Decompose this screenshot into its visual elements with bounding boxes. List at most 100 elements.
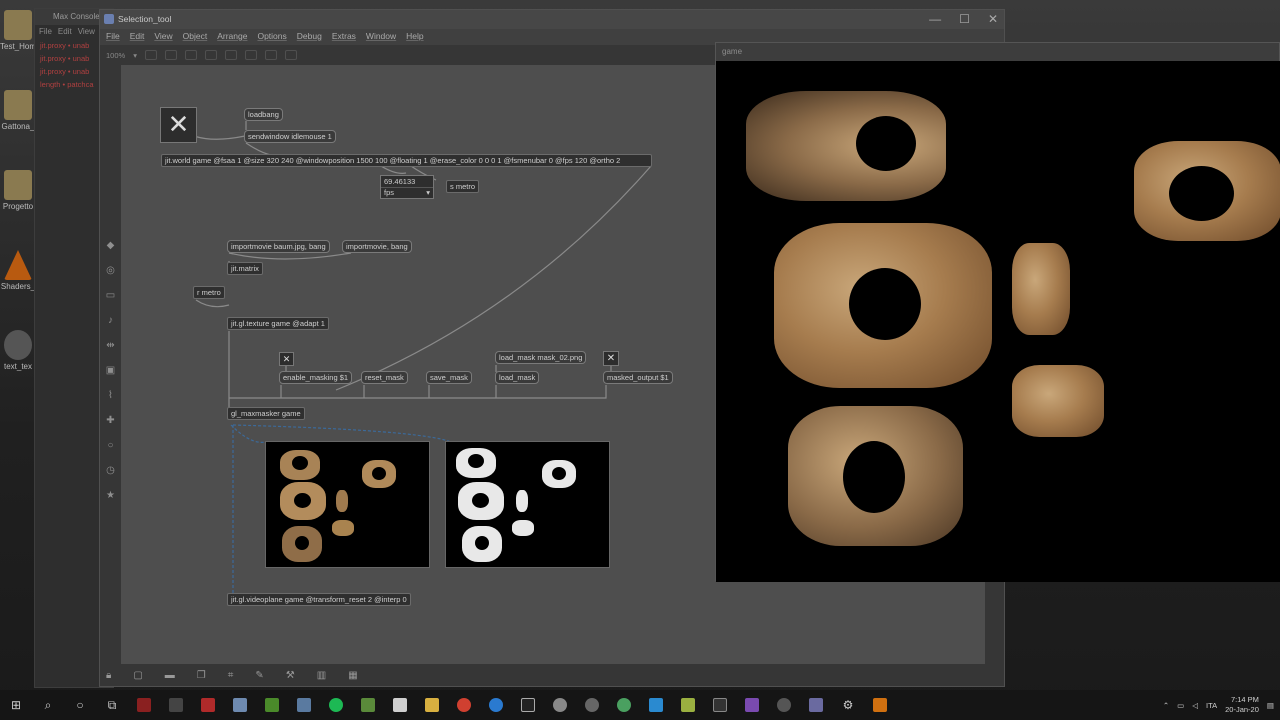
- maximize-button[interactable]: ☐: [959, 12, 970, 26]
- taskbar-app-icon[interactable]: [544, 690, 576, 720]
- grid-toggle-icon[interactable]: ▦: [348, 670, 357, 681]
- sendwindow-message[interactable]: sendwindow idlemouse 1: [244, 130, 336, 143]
- toolbar-button[interactable]: [284, 50, 297, 60]
- menu-edit[interactable]: Edit: [130, 31, 145, 43]
- settings-gear-icon[interactable]: ⚙: [832, 690, 864, 720]
- desktop-icon-test-hom[interactable]: Test_Hom: [0, 10, 36, 51]
- menu-object[interactable]: Object: [183, 31, 208, 43]
- image-icon[interactable]: ▣: [105, 365, 116, 376]
- cube-icon[interactable]: ◆: [105, 240, 116, 251]
- calculator-icon[interactable]: [160, 690, 192, 720]
- toggle-output[interactable]: ✕: [603, 351, 619, 366]
- r-metro-object[interactable]: r metro: [193, 286, 225, 299]
- grid-icon[interactable]: ⌗: [228, 670, 234, 681]
- vlc-taskbar-icon[interactable]: [864, 690, 896, 720]
- zoom-level[interactable]: 100%: [106, 51, 125, 60]
- music-note-icon[interactable]: ♪: [105, 315, 116, 326]
- file-explorer-icon[interactable]: [416, 690, 448, 720]
- desktop-icon-gattona[interactable]: Gattona_: [0, 90, 36, 131]
- cortana-icon[interactable]: ○: [64, 690, 96, 720]
- gl-maxmasker-object[interactable]: gl_maxmasker game: [227, 407, 305, 420]
- menu-arrange[interactable]: Arrange: [217, 31, 247, 43]
- spotify-icon[interactable]: [320, 690, 352, 720]
- menu-view[interactable]: View: [154, 31, 172, 43]
- importmovie-message[interactable]: importmovie, bang: [342, 240, 412, 253]
- loadbang-object[interactable]: loadbang: [244, 108, 283, 121]
- load-mask-message[interactable]: load_mask: [495, 371, 540, 384]
- chrome-icon[interactable]: [448, 690, 480, 720]
- toolbar-button[interactable]: [184, 50, 197, 60]
- save-mask-message[interactable]: save_mask: [426, 371, 472, 384]
- taskbar-app-icon[interactable]: [224, 690, 256, 720]
- chevron-up-icon[interactable]: ⌃: [1163, 701, 1169, 710]
- toolbar-button[interactable]: [164, 50, 177, 60]
- menu-debug[interactable]: Debug: [297, 31, 322, 43]
- network-icon[interactable]: ▭: [1177, 701, 1184, 710]
- puzzle-icon[interactable]: ✚: [105, 415, 116, 426]
- clock[interactable]: 7:14 PM 20-Jan-20: [1225, 695, 1259, 715]
- taskbar-app-icon[interactable]: [800, 690, 832, 720]
- load-mask-file-message[interactable]: load_mask mask_02.png: [495, 351, 587, 364]
- layers-icon[interactable]: ❐: [197, 670, 206, 681]
- menu-extras[interactable]: Extras: [332, 31, 356, 43]
- edge-icon[interactable]: [480, 690, 512, 720]
- desktop-icon-shaders[interactable]: Shaders_: [0, 250, 36, 291]
- taskbar-app-icon[interactable]: [288, 690, 320, 720]
- game-window[interactable]: game: [715, 42, 1280, 582]
- search-icon[interactable]: ⌕: [32, 690, 64, 720]
- fps-number-box[interactable]: 69.46133 fps ▾: [380, 175, 434, 199]
- jit-gl-texture-object[interactable]: jit.gl.texture game @adapt 1: [227, 317, 329, 330]
- jit-matrix-object[interactable]: jit.matrix: [227, 262, 263, 275]
- taskbar-app-icon[interactable]: [672, 690, 704, 720]
- terminal-icon[interactable]: [512, 690, 544, 720]
- pencil-icon[interactable]: ✎: [255, 670, 263, 681]
- jit-world-object[interactable]: jit.world game @fsaa 1 @size 320 240 @wi…: [161, 154, 652, 167]
- keyboard-icon[interactable]: ▭: [105, 290, 116, 301]
- mail-icon[interactable]: [384, 690, 416, 720]
- target-icon[interactable]: ◎: [105, 265, 116, 276]
- menu-window[interactable]: Window: [366, 31, 396, 43]
- desktop-icon-progetto[interactable]: Progetto: [0, 170, 36, 211]
- task-view-icon[interactable]: ⧉: [96, 690, 128, 720]
- windows-start-icon[interactable]: ⊞: [0, 690, 32, 720]
- desktop-icon-text-tex[interactable]: text_tex: [0, 330, 36, 371]
- window-titlebar[interactable]: Selection_tool — ☐ ✕: [100, 10, 1004, 29]
- toolbar-button[interactable]: [264, 50, 277, 60]
- circle-icon[interactable]: ○: [105, 440, 116, 451]
- taskbar-app-icon[interactable]: [576, 690, 608, 720]
- menu-file[interactable]: File: [106, 31, 120, 43]
- presentation-icon[interactable]: ▢: [133, 670, 142, 681]
- s-metro-object[interactable]: s metro: [446, 180, 480, 193]
- menu-help[interactable]: Help: [406, 31, 423, 43]
- mixer-icon[interactable]: ▥: [317, 670, 326, 681]
- importmovie-file-message[interactable]: importmovie baum.jpg, bang: [227, 240, 330, 253]
- enable-masking-message[interactable]: enable_masking $1: [279, 371, 353, 384]
- taskbar-app-icon[interactable]: [608, 690, 640, 720]
- wrench-icon[interactable]: ⚒: [286, 670, 295, 681]
- toolbar-button[interactable]: [224, 50, 237, 60]
- paperclip-icon[interactable]: ⌇: [105, 390, 116, 401]
- taskbar-app-icon[interactable]: [256, 690, 288, 720]
- masked-output-message[interactable]: masked_output $1: [603, 371, 673, 384]
- toolbar-button[interactable]: [244, 50, 257, 60]
- star-icon[interactable]: ★: [105, 490, 116, 501]
- menu-options[interactable]: Options: [257, 31, 286, 43]
- jit-gl-videoplane-object[interactable]: jit.gl.videoplane game @transform_reset …: [227, 593, 411, 606]
- close-toggle-button[interactable]: ✕: [160, 107, 197, 143]
- toolbar-button[interactable]: [144, 50, 157, 60]
- comment-icon[interactable]: ▬: [165, 670, 175, 681]
- taskbar-app-icon[interactable]: [352, 690, 384, 720]
- chevron-down-icon[interactable]: ▾: [133, 51, 137, 60]
- taskbar-app-icon[interactable]: [128, 690, 160, 720]
- lock-icon[interactable]: 🔒︎: [106, 670, 111, 681]
- console-menu-file[interactable]: File: [39, 27, 52, 37]
- close-button[interactable]: ✕: [988, 12, 998, 26]
- reset-mask-message[interactable]: reset_mask: [361, 371, 408, 384]
- console-menu-edit[interactable]: Edit: [58, 27, 72, 37]
- taskbar-app-icon[interactable]: [192, 690, 224, 720]
- live-icon[interactable]: [704, 690, 736, 720]
- max-icon[interactable]: [768, 690, 800, 720]
- visual-studio-icon[interactable]: [736, 690, 768, 720]
- console-menu-view[interactable]: View: [78, 27, 95, 37]
- clock-icon[interactable]: ◷: [105, 465, 116, 476]
